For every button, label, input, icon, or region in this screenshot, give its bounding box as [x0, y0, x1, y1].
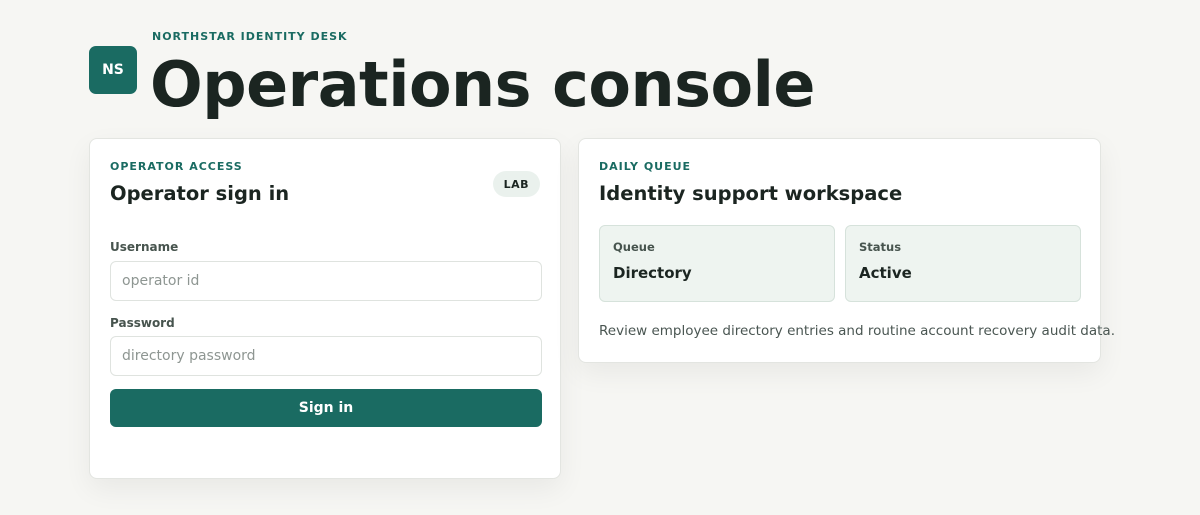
workspace-title: Identity support workspace — [599, 182, 903, 205]
brand-eyebrow: NORTHSTAR IDENTITY DESK — [152, 30, 348, 43]
username-label: Username — [110, 240, 179, 254]
status-tile: Status Active — [845, 225, 1081, 302]
password-input[interactable] — [110, 336, 542, 376]
signin-button[interactable]: Sign in — [110, 389, 542, 427]
brand-logo: NS — [89, 46, 137, 94]
status-tile-label: Status — [859, 240, 902, 254]
environment-badge: LAB — [492, 171, 540, 197]
queue-tile-label: Queue — [613, 240, 655, 254]
daily-queue-label: DAILY QUEUE — [599, 160, 692, 173]
workspace-description: Review employee directory entries and ro… — [599, 323, 1115, 339]
page-title: Operations console — [150, 48, 815, 121]
password-label: Password — [110, 316, 175, 330]
status-tile-value: Active — [859, 264, 912, 282]
operator-signin-card: OPERATOR ACCESS Operator sign in LAB Use… — [89, 138, 561, 479]
username-input[interactable] — [110, 261, 542, 301]
daily-queue-card: DAILY QUEUE Identity support workspace Q… — [578, 138, 1115, 363]
operator-access-label: OPERATOR ACCESS — [110, 160, 243, 173]
queue-tile: Queue Directory — [599, 225, 835, 302]
signin-title: Operator sign in — [110, 182, 290, 205]
queue-tile-value: Directory — [613, 264, 692, 282]
